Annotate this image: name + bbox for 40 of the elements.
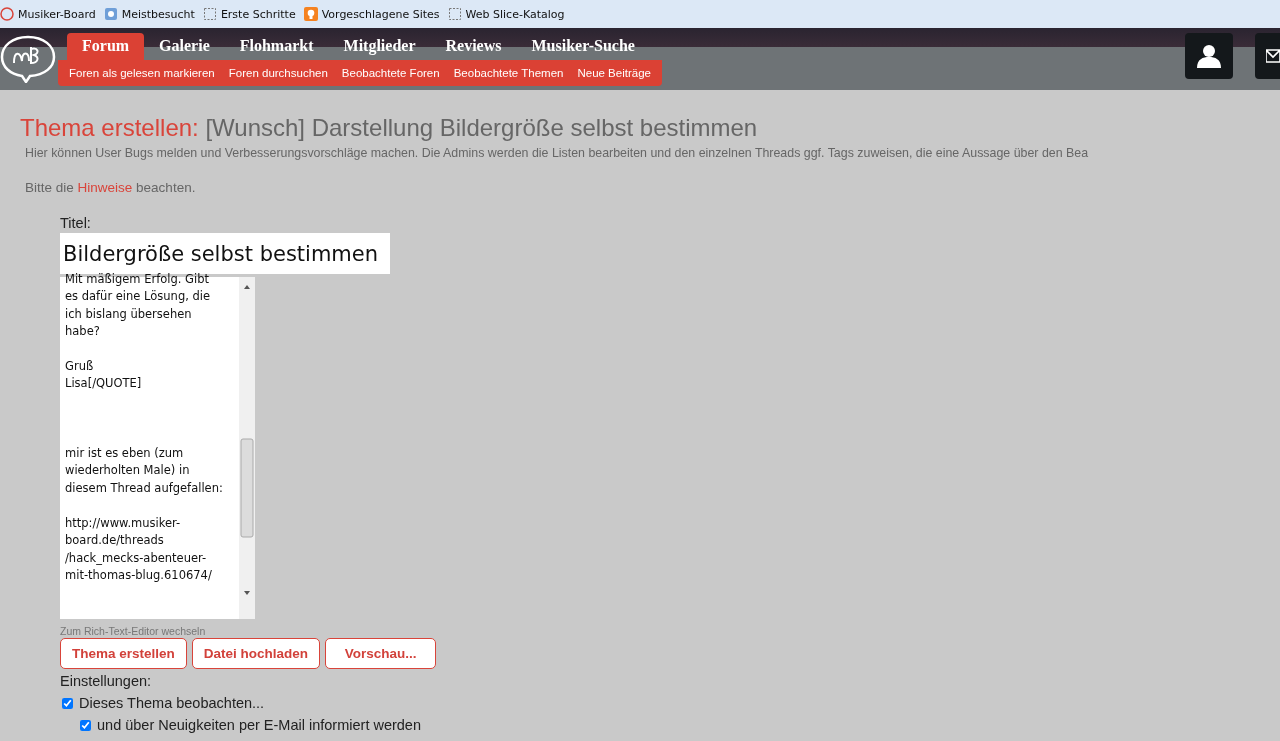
lightbulb-icon: [303, 7, 318, 21]
page-title: Thema erstellen: [Wunsch] Darstellung Bildergröße selbst bestimmen: [20, 114, 759, 142]
bookmark-link[interactable]: Musiker-Board: [18, 7, 96, 21]
bookmark-link[interactable]: Meistbesucht: [121, 7, 195, 21]
title-field[interactable]: Bildergröße selbst bestimmen: [60, 233, 390, 274]
bookmark-link[interactable]: Vorgeschlagene Sites: [321, 7, 440, 21]
forum-description: Hier können User Bugs melden und Verbesserungsvorschläge machen. Die Admins werden die Listen bearbeiten und den einzelnen Threads ggf. Tags zuweisen, die eine Aussage über den Bea: [25, 146, 1090, 160]
user-button[interactable]: [1185, 33, 1233, 79]
settings-label: Einstellungen:: [60, 673, 153, 689]
nav-tab[interactable]: Galerie: [144, 33, 225, 60]
form-button[interactable]: Vorschau...: [325, 638, 437, 669]
subnav-link[interactable]: Neue Beiträge: [570, 67, 658, 79]
checkbox[interactable]: [62, 697, 73, 709]
nav-tab[interactable]: Flohmarkt: [224, 33, 329, 60]
title-label: Titel:: [60, 215, 92, 231]
hint-text: Bitte die Hinweise beachten.: [25, 180, 197, 195]
envelope-icon: [1266, 48, 1280, 64]
dashed-square-icon: [202, 7, 217, 21]
bookmark-link[interactable]: Erste Schritte: [220, 7, 296, 21]
subnav-link[interactable]: Foren durchsuchen: [221, 67, 335, 79]
form-button[interactable]: Thema erstellen: [60, 638, 187, 669]
subnav-link[interactable]: Foren als gelesen markieren: [62, 67, 222, 79]
mail-button[interactable]: [1255, 33, 1280, 79]
nav-tab[interactable]: Reviews: [430, 33, 517, 60]
dashed-square-icon: [447, 7, 462, 21]
message-text: Mit mäßigem Erfolg. Gibt es dafür eine Lösung, die ich bislang übersehen habe? Gruß Lisa[/QUOTE] mir ist es eben (zum wiederholten Male) in diesem Thread aufgefallen: http://www.musiker- board.de/threads /hack_mecks-abenteuer- mit-thomas-blug.610674/: [64, 271, 224, 584]
subnav-link[interactable]: Beobachtete Themen: [446, 67, 571, 79]
checkbox[interactable]: [80, 719, 91, 731]
page-icon: [103, 7, 118, 21]
form-button[interactable]: Datei hochladen: [191, 638, 321, 669]
subnav-link[interactable]: Beobachtete Foren: [334, 67, 447, 79]
site-icon: [0, 7, 14, 21]
option-label: Dieses Thema beobachten...: [79, 695, 265, 711]
nav-tab[interactable]: Mitglieder: [328, 33, 431, 60]
nav-tab[interactable]: Forum: [67, 33, 145, 60]
speech-bubble-logo-icon: [0, 33, 56, 83]
option-label: und über Neuigkeiten per E-Mail informiert werden: [97, 717, 421, 733]
bookmark-link[interactable]: Web Slice-Katalog: [465, 7, 565, 21]
nav-tab[interactable]: Musiker-Suche: [516, 33, 650, 60]
user-icon: [1196, 43, 1222, 69]
